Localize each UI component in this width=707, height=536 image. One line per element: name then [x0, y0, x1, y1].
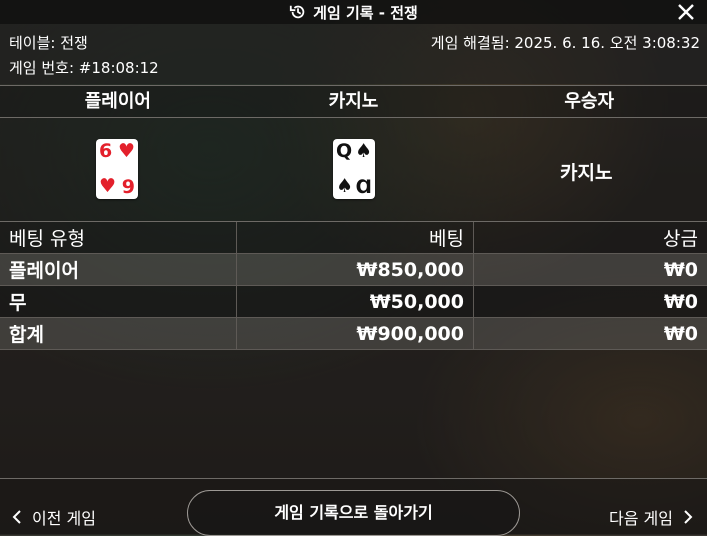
header-bet-type: 베팅 유형	[0, 222, 237, 254]
winner-value: 카지노	[560, 158, 612, 185]
bet-amount: ₩900,000	[237, 318, 474, 350]
chevron-right-icon	[683, 510, 693, 524]
table-row: 플레이어 ₩850,000 ₩0	[0, 254, 707, 286]
prev-game-button[interactable]: 이전 게임	[12, 505, 96, 529]
casino-card: Q ♠ ♠ Ɑ	[333, 139, 375, 199]
bets-table: 베팅 유형 베팅 상금 플레이어 ₩850,000 ₩0 무 ₩50,000 ₩…	[0, 222, 707, 350]
game-number: 게임 번호: #18:08:12	[9, 57, 159, 78]
casino-card-rank: Q	[336, 140, 352, 162]
table-row-total: 합계 ₩900,000 ₩0	[0, 318, 707, 350]
bet-type: 무	[0, 286, 237, 318]
bet-type: 플레이어	[0, 254, 237, 286]
history-icon	[289, 3, 307, 21]
player-card-rank-bottom: 9	[122, 176, 135, 198]
header-bet: 베팅	[237, 222, 474, 254]
column-winner: 우승자	[471, 86, 707, 117]
column-player: 플레이어	[0, 86, 236, 117]
heart-icon: ♥	[99, 175, 116, 197]
game-info: 테이블: 전쟁 게임 번호: #18:08:12 게임 해결됨: 2025. 6…	[0, 24, 707, 84]
bet-amount: ₩850,000	[237, 254, 474, 286]
chevron-left-icon	[12, 510, 22, 524]
table-row: 무 ₩50,000 ₩0	[0, 286, 707, 318]
prize-amount: ₩0	[474, 254, 707, 286]
header-bar: 게임 기록 - 전쟁	[0, 0, 707, 24]
prize-amount: ₩0	[474, 286, 707, 318]
prev-game-label: 이전 게임	[32, 505, 96, 529]
prize-amount: ₩0	[474, 318, 707, 350]
header-prize: 상금	[474, 222, 707, 254]
close-icon[interactable]	[675, 1, 697, 23]
resolved-time: 게임 해결됨: 2025. 6. 16. 오전 3:08:32	[431, 32, 700, 53]
result-header: 플레이어 카지노 우승자	[0, 86, 707, 117]
bet-type: 합계	[0, 318, 237, 350]
back-to-history-button[interactable]: 게임 기록으로 돌아가기	[187, 490, 520, 536]
footer: 이전 게임 게임 기록으로 돌아가기 다음 게임	[0, 478, 707, 535]
header-title: 게임 기록 - 전쟁	[313, 2, 418, 23]
spade-icon: ♠	[336, 175, 353, 197]
next-game-button[interactable]: 다음 게임	[609, 505, 693, 529]
player-card: 6 ♥ ♥ 9	[96, 139, 138, 199]
bet-amount: ₩50,000	[237, 286, 474, 318]
spade-icon: ♠	[355, 140, 372, 162]
next-game-label: 다음 게임	[609, 505, 673, 529]
table-name: 테이블: 전쟁	[9, 32, 88, 53]
player-card-rank: 6	[99, 140, 112, 162]
heart-icon: ♥	[118, 140, 135, 162]
column-casino: 카지노	[236, 86, 472, 117]
table-header-row: 베팅 유형 베팅 상금	[0, 222, 707, 254]
casino-card-rank-bottom: Ɑ	[356, 176, 372, 198]
